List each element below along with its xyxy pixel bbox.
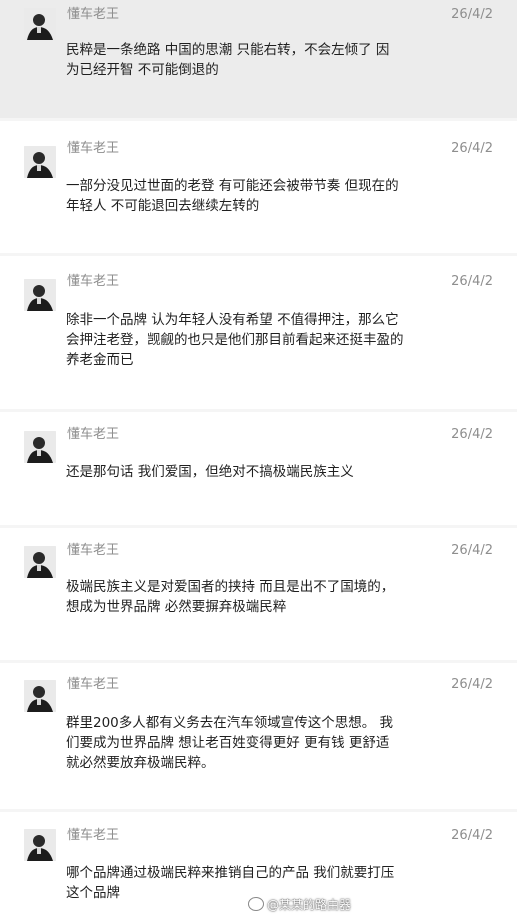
message-text: 群里200多人都有义务去在汽车领域宣传这个思想。 我 们要成为世界品牌 想让老百… [66, 713, 416, 773]
message-line: 极端民族主义是对爱国者的挟持 而且是出不了国境的， [66, 579, 395, 595]
message-line: 除非一个品牌 认为年轻人没有希望 不值得押注，那么它 [66, 312, 399, 328]
avatar[interactable] [24, 146, 56, 178]
message-line: 这个品牌 [66, 885, 120, 901]
message-date: 26/4/2 [451, 543, 493, 558]
message-item: 懂车老王 26/4/2 还是那句话 我们爱国，但绝对不搞极端民族主义 [0, 412, 517, 525]
message-line: 们要成为世界品牌 想让老百姓变得更好 更有钱 更舒适 [66, 735, 390, 751]
message-date: 26/4/2 [451, 427, 493, 442]
sender-name[interactable]: 懂车老王 [67, 274, 119, 289]
message-line: 还是那句话 我们爱国，但绝对不搞极端民族主义 [66, 464, 354, 480]
message-line: 一部分没见过世面的老登 有可能还会被带节奏 但现在的 [66, 178, 399, 194]
message-line: 想成为世界品牌 必然要摒弃极端民粹 [66, 599, 287, 615]
message-text: 哪个品牌通过极端民粹来推销自己的产品 我们就要打压 这个品牌 [66, 863, 416, 903]
message-item: 懂车老王 26/4/2 极端民族主义是对爱国者的挟持 而且是出不了国境的， 想成… [0, 528, 517, 660]
message-text: 一部分没见过世面的老登 有可能还会被带节奏 但现在的 年轻人 不可能退回去继续左… [66, 176, 416, 216]
message-text: 除非一个品牌 认为年轻人没有希望 不值得押注，那么它 会押注老登，觊觎的也只是他… [66, 310, 416, 370]
sender-name[interactable]: 懂车老王 [67, 677, 119, 692]
message-line: 民粹是一条绝路 中国的思潮 只能右转，不会左倾了 因 [66, 42, 390, 58]
sender-name[interactable]: 懂车老王 [67, 7, 119, 22]
avatar[interactable] [24, 546, 56, 578]
sender-name[interactable]: 懂车老王 [67, 427, 119, 442]
message-text: 民粹是一条绝路 中国的思潮 只能右转，不会左倾了 因 为已经开智 不可能倒退的 [66, 40, 416, 80]
watermark: @某某的路由器 [248, 896, 351, 913]
message-line: 哪个品牌通过极端民粹来推销自己的产品 我们就要打压 [66, 865, 395, 881]
avatar[interactable] [24, 680, 56, 712]
message-feed: 懂车老王 26/4/2 民粹是一条绝路 中国的思潮 只能右转，不会左倾了 因 为… [0, 0, 517, 921]
message-date: 26/4/2 [451, 274, 493, 289]
message-line: 就必然要放弃极端民粹。 [66, 755, 215, 771]
message-date: 26/4/2 [451, 828, 493, 843]
message-text: 极端民族主义是对爱国者的挟持 而且是出不了国境的， 想成为世界品牌 必然要摒弃极… [66, 577, 416, 617]
avatar[interactable] [24, 431, 56, 463]
message-line: 年轻人 不可能退回去继续左转的 [66, 198, 260, 214]
message-item: 懂车老王 26/4/2 民粹是一条绝路 中国的思潮 只能右转，不会左倾了 因 为… [0, 0, 517, 118]
message-line: 养老金而已 [66, 352, 134, 368]
weibo-logo-icon [248, 897, 264, 911]
message-item: 懂车老王 26/4/2 除非一个品牌 认为年轻人没有希望 不值得押注，那么它 会… [0, 256, 517, 409]
watermark-text: @某某的路由器 [267, 898, 352, 912]
message-line: 群里200多人都有义务去在汽车领域宣传这个思想。 我 [66, 715, 394, 731]
message-item: 懂车老王 26/4/2 一部分没见过世面的老登 有可能还会被带节奏 但现在的 年… [0, 121, 517, 253]
sender-name[interactable]: 懂车老王 [67, 141, 119, 156]
message-date: 26/4/2 [451, 7, 493, 22]
message-text: 还是那句话 我们爱国，但绝对不搞极端民族主义 [66, 462, 416, 482]
avatar[interactable] [24, 829, 56, 861]
message-line: 会押注老登，觊觎的也只是他们那目前看起来还挺丰盈的 [66, 332, 404, 348]
avatar[interactable] [24, 8, 56, 40]
message-date: 26/4/2 [451, 141, 493, 156]
sender-name[interactable]: 懂车老王 [67, 543, 119, 558]
sender-name[interactable]: 懂车老王 [67, 828, 119, 843]
message-line: 为已经开智 不可能倒退的 [66, 62, 219, 78]
message-item: 懂车老王 26/4/2 群里200多人都有义务去在汽车领域宣传这个思想。 我 们… [0, 663, 517, 809]
avatar[interactable] [24, 279, 56, 311]
message-date: 26/4/2 [451, 677, 493, 692]
